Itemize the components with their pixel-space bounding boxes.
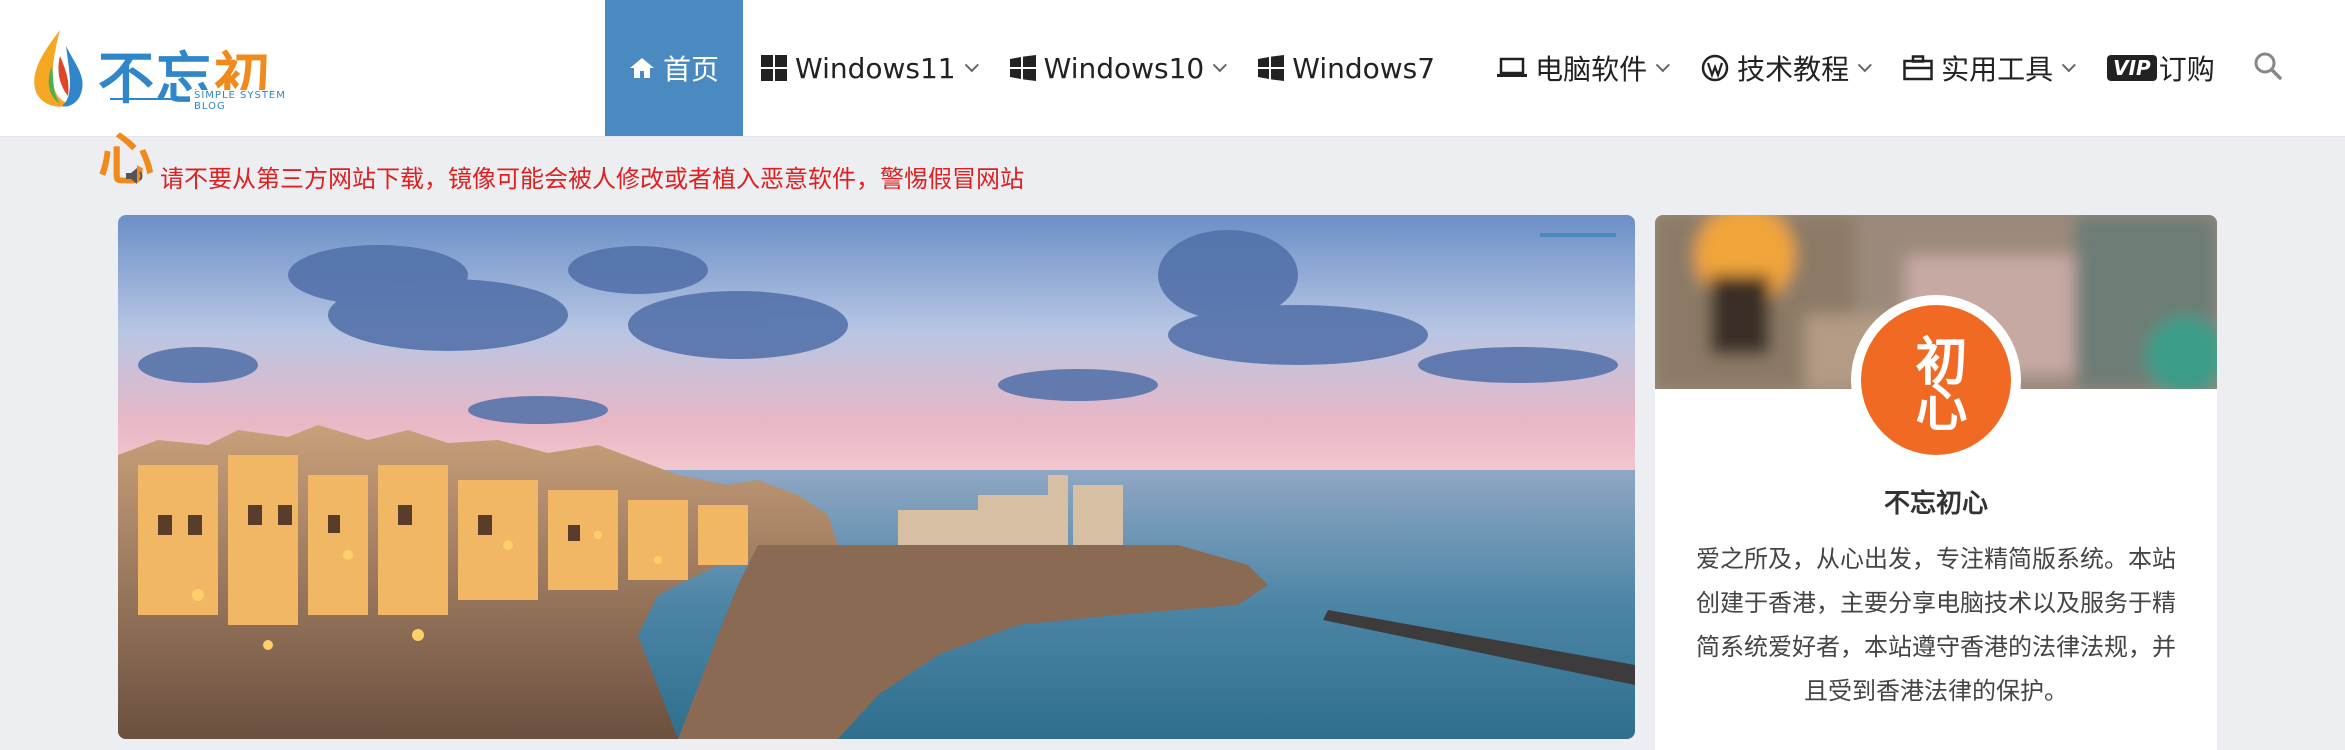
flame-logo-icon (34, 30, 83, 107)
windows-icon (1258, 55, 1285, 81)
seaside-town-illustration (118, 215, 1635, 739)
search-icon (2254, 52, 2282, 80)
vip-icon: VIP (2107, 55, 2157, 81)
avatar-logo: 初心 (1861, 305, 2011, 455)
chevron-down-icon (2061, 58, 2077, 73)
windows-icon (761, 55, 787, 81)
nav-item-label: 电脑软件 (1535, 53, 1648, 86)
nav-item-order[interactable]: VIP 订购 (2089, 0, 2233, 136)
nav-item-label: Windows7 (1292, 51, 1436, 85)
chevron-down-icon (964, 58, 979, 73)
avatar-text: 初心 (1906, 334, 1966, 426)
notice-text: 请不要从第三方网站下载，镜像可能会被人修改或者植入恶意软件，警惕假冒网站 (160, 164, 1024, 193)
vip-badge-text: VIP (2113, 56, 2151, 80)
nav-item-windows11[interactable]: Windows11 (743, 0, 992, 136)
top-navbar: 不忘初心 SIMPLE SYSTEM BLOG 首页 Windows11 Win… (0, 0, 2345, 193)
nav-item-software[interactable]: 电脑软件 (1479, 0, 1683, 136)
nav-item-label: 首页 (663, 53, 720, 86)
profile-card: 初心 不忘初心 爱之所及，从心出发，专注精简版系统。本站创建于香港，主要分享电脑… (1655, 215, 2217, 750)
hero-banner-image[interactable] (118, 215, 1635, 739)
profile-description: 爱之所及，从心出发，专注精简版系统。本站创建于香港，主要分享电脑技术以及服务于精… (1696, 545, 2176, 705)
nav-item-tutorials[interactable]: 技术教程 (1683, 0, 1885, 136)
chevron-down-icon (1655, 58, 1670, 73)
nav-item-windows7[interactable]: Windows7 (1240, 0, 1453, 136)
search-button[interactable] (2252, 50, 2284, 82)
briefcase-icon (1903, 55, 1933, 81)
nav-item-label: 订购 (2158, 53, 2215, 86)
speaker-icon (124, 164, 148, 188)
windows-icon (1009, 55, 1036, 81)
profile-name: 不忘初心 (1883, 489, 1988, 519)
notice-bar: 请不要从第三方网站下载，镜像可能会被人修改或者植入恶意软件，警惕假冒网站 (124, 156, 1024, 196)
chevron-down-icon (1857, 58, 1872, 73)
nav-item-label: 技术教程 (1737, 53, 1850, 86)
site-logo[interactable]: 不忘初心 SIMPLE SYSTEM BLOG (30, 26, 320, 193)
logo-subtitle: SIMPLE SYSTEM BLOG (190, 90, 320, 112)
main-nav: 首页 Windows11 Windows10 Windows7 电脑软件 技术教… (605, 0, 2233, 136)
nav-item-tools[interactable]: 实用工具 (1885, 0, 2089, 136)
nav-item-windows10[interactable]: Windows10 (992, 0, 1241, 136)
nav-item-label: Windows11 (795, 51, 956, 85)
wordpress-icon (1701, 54, 1729, 82)
nav-item-home[interactable]: 首页 (605, 0, 743, 136)
laptop-icon (1497, 56, 1528, 80)
avatar[interactable]: 初心 (1851, 295, 2021, 465)
slider-indicator[interactable] (1540, 233, 1616, 237)
nav-item-label: Windows10 (1043, 51, 1205, 85)
nav-item-label: 实用工具 (1941, 53, 2054, 86)
chevron-down-icon (1213, 58, 1228, 73)
home-icon (629, 56, 655, 80)
